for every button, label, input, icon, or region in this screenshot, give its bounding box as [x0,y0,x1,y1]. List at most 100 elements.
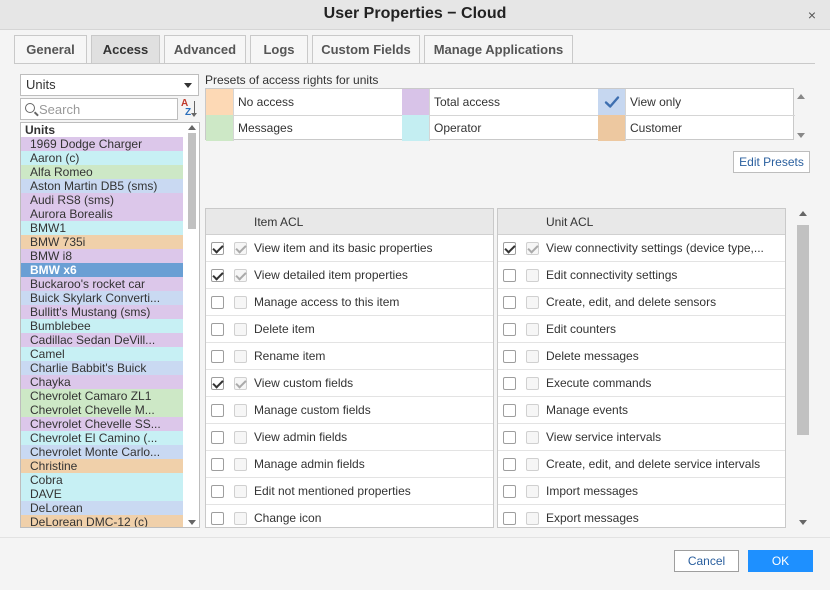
acl-checkbox[interactable] [211,512,224,525]
scroll-up-icon[interactable] [188,125,196,130]
ok-button[interactable]: OK [748,550,813,572]
acl-inherit-checkbox[interactable] [526,323,539,336]
acl-checkbox[interactable] [503,485,516,498]
acl-inherit-checkbox[interactable] [526,485,539,498]
unit-list-item[interactable]: 1969 Dodge Charger [21,137,183,151]
acl-inherit-checkbox[interactable] [526,296,539,309]
acl-checkbox[interactable] [503,377,516,390]
acl-inherit-checkbox[interactable] [526,458,539,471]
preset-item[interactable]: Messages [206,115,402,141]
scroll-thumb[interactable] [797,225,809,435]
acl-inherit-checkbox[interactable] [526,269,539,282]
acl-inherit-checkbox[interactable] [234,296,247,309]
edit-presets-button[interactable]: Edit Presets [733,151,810,173]
acl-checkbox[interactable] [211,485,224,498]
acl-inherit-checkbox[interactable] [234,485,247,498]
acl-inherit-checkbox[interactable] [234,458,247,471]
acl-inherit-checkbox[interactable] [234,242,247,255]
acl-checkbox[interactable] [503,404,516,417]
unit-list-item[interactable]: Alfa Romeo [21,165,183,179]
acl-checkbox[interactable] [211,377,224,390]
scroll-down-icon[interactable] [797,133,805,138]
cancel-button[interactable]: Cancel [674,550,739,572]
scroll-down-icon[interactable] [188,520,196,525]
acl-checkbox[interactable] [503,296,516,309]
unit-list-item[interactable]: BMW1 [21,221,183,235]
acl-checkbox[interactable] [503,242,516,255]
item-type-select[interactable]: Units [20,74,199,96]
scroll-down-icon[interactable] [799,520,807,525]
acl-checkbox[interactable] [503,350,516,363]
acl-checkbox[interactable] [211,431,224,444]
unit-list-item[interactable]: BMW 735i [21,235,183,249]
acl-checkbox[interactable] [503,269,516,282]
acl-inherit-checkbox[interactable] [526,431,539,444]
unit-list-item[interactable]: Chevrolet Chevelle SS... [21,417,183,431]
unit-list-item[interactable]: Christine [21,459,183,473]
acl-checkbox[interactable] [211,458,224,471]
acl-inherit-checkbox[interactable] [526,350,539,363]
unit-list-item[interactable]: Buick Skylark Converti... [21,291,183,305]
unit-list-item[interactable]: Bumblebee [21,319,183,333]
unit-list-item[interactable]: Chevrolet El Camino (... [21,431,183,445]
unit-list-item[interactable]: Aaron (c) [21,151,183,165]
unit-list-item[interactable]: Cobra [21,473,183,487]
unit-list-item[interactable]: Chevrolet Chevelle M... [21,403,183,417]
acl-inherit-checkbox[interactable] [234,431,247,444]
search-input[interactable] [39,101,174,117]
unit-list-item[interactable]: DeLorean [21,501,183,515]
scroll-up-icon[interactable] [799,211,807,216]
preset-item[interactable]: No access [206,89,402,115]
unit-list-item[interactable]: BMW i8 [21,249,183,263]
tab-logs[interactable]: Logs [250,35,308,63]
acl-inherit-checkbox[interactable] [234,404,247,417]
unit-list-item[interactable]: Audi RS8 (sms) [21,193,183,207]
unit-list-item[interactable]: Aston Martin DB5 (sms) [21,179,183,193]
acl-checkbox[interactable] [503,323,516,336]
acl-scrollbar[interactable] [797,211,809,525]
acl-checkbox[interactable] [211,269,224,282]
scroll-thumb[interactable] [188,133,196,229]
unit-list-item[interactable]: Chayka [21,375,183,389]
acl-checkbox[interactable] [503,458,516,471]
unit-list-item[interactable]: Camel [21,347,183,361]
tab-access[interactable]: Access [91,35,160,63]
preset-item[interactable]: View only [598,89,794,115]
unit-list-scrollbar[interactable] [188,125,196,525]
acl-checkbox[interactable] [503,512,516,525]
unit-list-item[interactable]: Aurora Borealis [21,207,183,221]
presets-scrollbar[interactable] [797,94,805,138]
tab-custom-fields[interactable]: Custom Fields [312,35,420,63]
unit-list-item[interactable]: Chevrolet Camaro ZL1 [21,389,183,403]
acl-checkbox[interactable] [211,242,224,255]
acl-inherit-checkbox[interactable] [526,377,539,390]
preset-item[interactable]: Customer [598,115,794,141]
acl-inherit-checkbox[interactable] [234,269,247,282]
unit-list-item[interactable]: Cadillac Sedan DeVill... [21,333,183,347]
unit-list-item[interactable]: Chevrolet Monte Carlo... [21,445,183,459]
unit-list-item[interactable]: Buckaroo's rocket car [21,277,183,291]
unit-list-item[interactable]: Charlie Babbit's Buick [21,361,183,375]
preset-item[interactable]: Operator [402,115,598,141]
acl-inherit-checkbox[interactable] [234,377,247,390]
unit-list-item[interactable]: DeLorean DMC-12 (c) [21,515,183,527]
tab-general[interactable]: General [14,35,87,63]
unit-list-item[interactable]: BMW x6 [21,263,183,277]
tab-manage-applications[interactable]: Manage Applications [424,35,573,63]
acl-inherit-checkbox[interactable] [234,323,247,336]
acl-checkbox[interactable] [503,431,516,444]
tab-advanced[interactable]: Advanced [164,35,246,63]
acl-inherit-checkbox[interactable] [526,242,539,255]
acl-checkbox[interactable] [211,296,224,309]
acl-inherit-checkbox[interactable] [526,512,539,525]
acl-checkbox[interactable] [211,323,224,336]
acl-inherit-checkbox[interactable] [526,404,539,417]
acl-checkbox[interactable] [211,350,224,363]
close-icon[interactable]: × [808,7,816,23]
acl-inherit-checkbox[interactable] [234,350,247,363]
scroll-up-icon[interactable] [797,94,805,99]
unit-list-item[interactable]: DAVE [21,487,183,501]
unit-list-item[interactable]: Bullitt's Mustang (sms) [21,305,183,319]
acl-checkbox[interactable] [211,404,224,417]
acl-inherit-checkbox[interactable] [234,512,247,525]
